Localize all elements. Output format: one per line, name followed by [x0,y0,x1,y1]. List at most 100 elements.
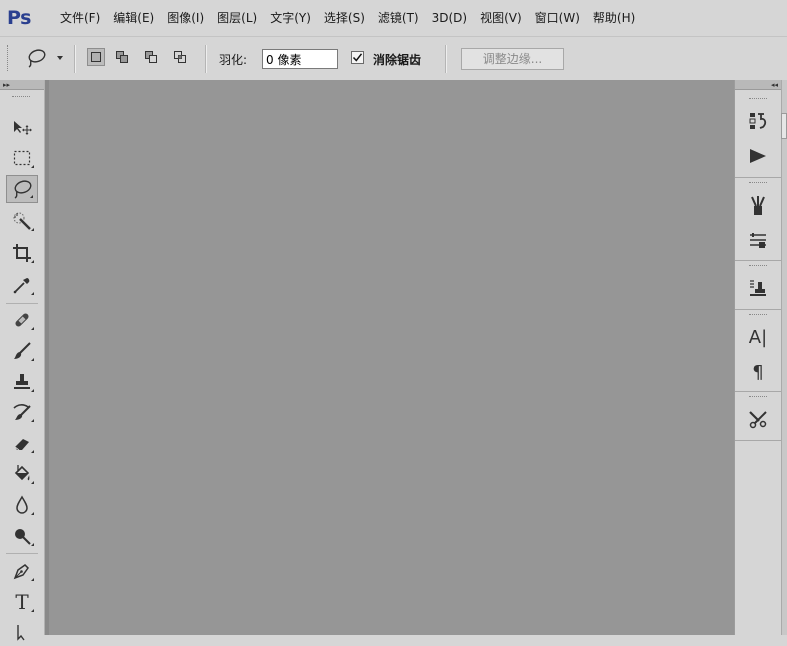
eraser-tool[interactable] [6,429,38,457]
panel-dock-edge [781,80,787,635]
intersect-selection-icon [174,51,186,63]
stamp-icon [14,374,30,389]
panel-group-grip[interactable] [749,182,767,185]
options-divider [445,45,447,73]
tool-group-indicator [31,481,34,484]
menu-3d[interactable]: 3D(D) [426,0,474,36]
panel-group-divider [735,260,781,261]
menu-image[interactable]: 图像(I) [161,0,211,36]
panel-group-divider [735,391,781,392]
tool-group-indicator [31,165,34,168]
add-selection-icon [116,51,128,63]
clone-stamp-tool[interactable] [6,368,38,396]
marquee-icon [13,150,31,166]
menu-select[interactable]: 选择(S) [318,0,372,36]
paint-bucket-tool[interactable] [6,460,38,488]
clone-source-icon [750,280,766,296]
menu-edit[interactable]: 编辑(E) [107,0,161,36]
add-to-selection-button[interactable] [113,48,131,66]
type-tool[interactable]: T [6,588,38,616]
paragraph-panel-button[interactable]: ¶ [744,358,772,386]
tool-group-indicator [31,578,34,581]
dodge-tool[interactable] [6,522,38,550]
tool-group-indicator [31,512,34,515]
tool-group-indicator [31,389,34,392]
path-selection-tool[interactable] [6,618,38,646]
intersect-selection-button[interactable] [171,48,189,66]
eyedropper-icon [13,278,30,294]
menu-view[interactable]: 视图(V) [474,0,529,36]
antialias-checkbox[interactable] [351,51,364,64]
feather-label: 羽化: [219,53,248,67]
tool-group-indicator [31,358,34,361]
move-icon [14,121,32,135]
tools-panel-grip[interactable] [12,96,30,99]
subtract-from-selection-button[interactable] [142,48,160,66]
refine-edge-button[interactable]: 调整边缘... [461,48,564,70]
history-icon [749,113,767,129]
tool-preset-chevron-down-icon[interactable] [57,56,63,60]
panel-group-divider [735,309,781,310]
panel-dock: ◂◂ A| ¶ [734,80,781,635]
menu-window[interactable]: 窗口(W) [529,0,587,36]
eraser-icon [14,439,29,451]
bandage-icon [15,313,29,327]
panel-group-grip[interactable] [749,265,767,268]
blur-drop-icon [16,495,28,514]
new-selection-button[interactable] [87,48,105,66]
feather-input[interactable] [262,49,338,69]
panel-group-grip[interactable] [749,396,767,399]
options-bar: 羽化: 消除锯齿 调整边缘... [0,36,787,80]
tool-group-indicator [31,228,34,231]
rectangular-marquee-tool[interactable] [6,144,38,172]
dodge-icon [15,529,31,545]
menu-layer[interactable]: 图层(L) [211,0,264,36]
brush-tool[interactable] [6,337,38,365]
menu-file[interactable]: 文件(F) [54,0,107,36]
options-divider [205,45,207,73]
panel-group-grip[interactable] [749,98,767,101]
adjustments-panel-button[interactable] [744,226,772,254]
lasso-tool[interactable] [6,175,38,203]
menu-filter[interactable]: 滤镜(T) [372,0,426,36]
panel-group-grip[interactable] [749,314,767,317]
path-select-icon [17,625,25,641]
type-icon: T [15,590,29,614]
move-tool[interactable] [6,114,38,142]
actions-play-icon [750,149,766,163]
history-panel-button[interactable] [744,107,772,135]
tool-group-indicator [31,260,34,263]
tool-group-indicator [31,419,34,422]
tool-group-indicator [30,195,33,198]
quick-selection-tool[interactable] [6,207,38,235]
tool-group-indicator [31,543,34,546]
document-canvas-area[interactable] [49,80,734,635]
panel-dock-header[interactable]: ◂◂ [735,80,781,90]
collapsed-panel-tab[interactable] [781,113,787,139]
clone-source-panel-button[interactable] [744,274,772,302]
tools-panel-header[interactable]: ▸▸ [0,80,44,90]
tool-preset-lasso-icon[interactable] [25,48,47,68]
menu-items: 文件(F) 编辑(E) 图像(I) 图层(L) 文字(Y) 选择(S) 滤镜(T… [54,0,642,36]
actions-panel-button[interactable] [744,142,772,170]
crop-tool[interactable] [6,239,38,267]
brush-icon [14,342,31,359]
healing-brush-tool[interactable] [6,306,38,334]
menu-type[interactable]: 文字(Y) [264,0,318,36]
tool-group-indicator [31,292,34,295]
magic-wand-icon [13,212,31,230]
pen-tool[interactable] [6,557,38,585]
history-brush-icon [13,404,31,420]
history-brush-tool[interactable] [6,398,38,426]
tools-panel: ▸▸ T [0,80,45,641]
tool-presets-panel-button[interactable] [744,405,772,433]
adjustments-icon [750,233,766,248]
menu-help[interactable]: 帮助(H) [587,0,642,36]
blur-tool[interactable] [6,491,38,519]
options-divider [74,45,76,73]
photoshop-logo: Ps [7,7,31,29]
eyedropper-tool[interactable] [6,271,38,299]
brush-presets-panel-button[interactable] [744,191,772,219]
character-panel-button[interactable]: A| [744,323,772,351]
options-bar-grip[interactable] [7,45,11,71]
